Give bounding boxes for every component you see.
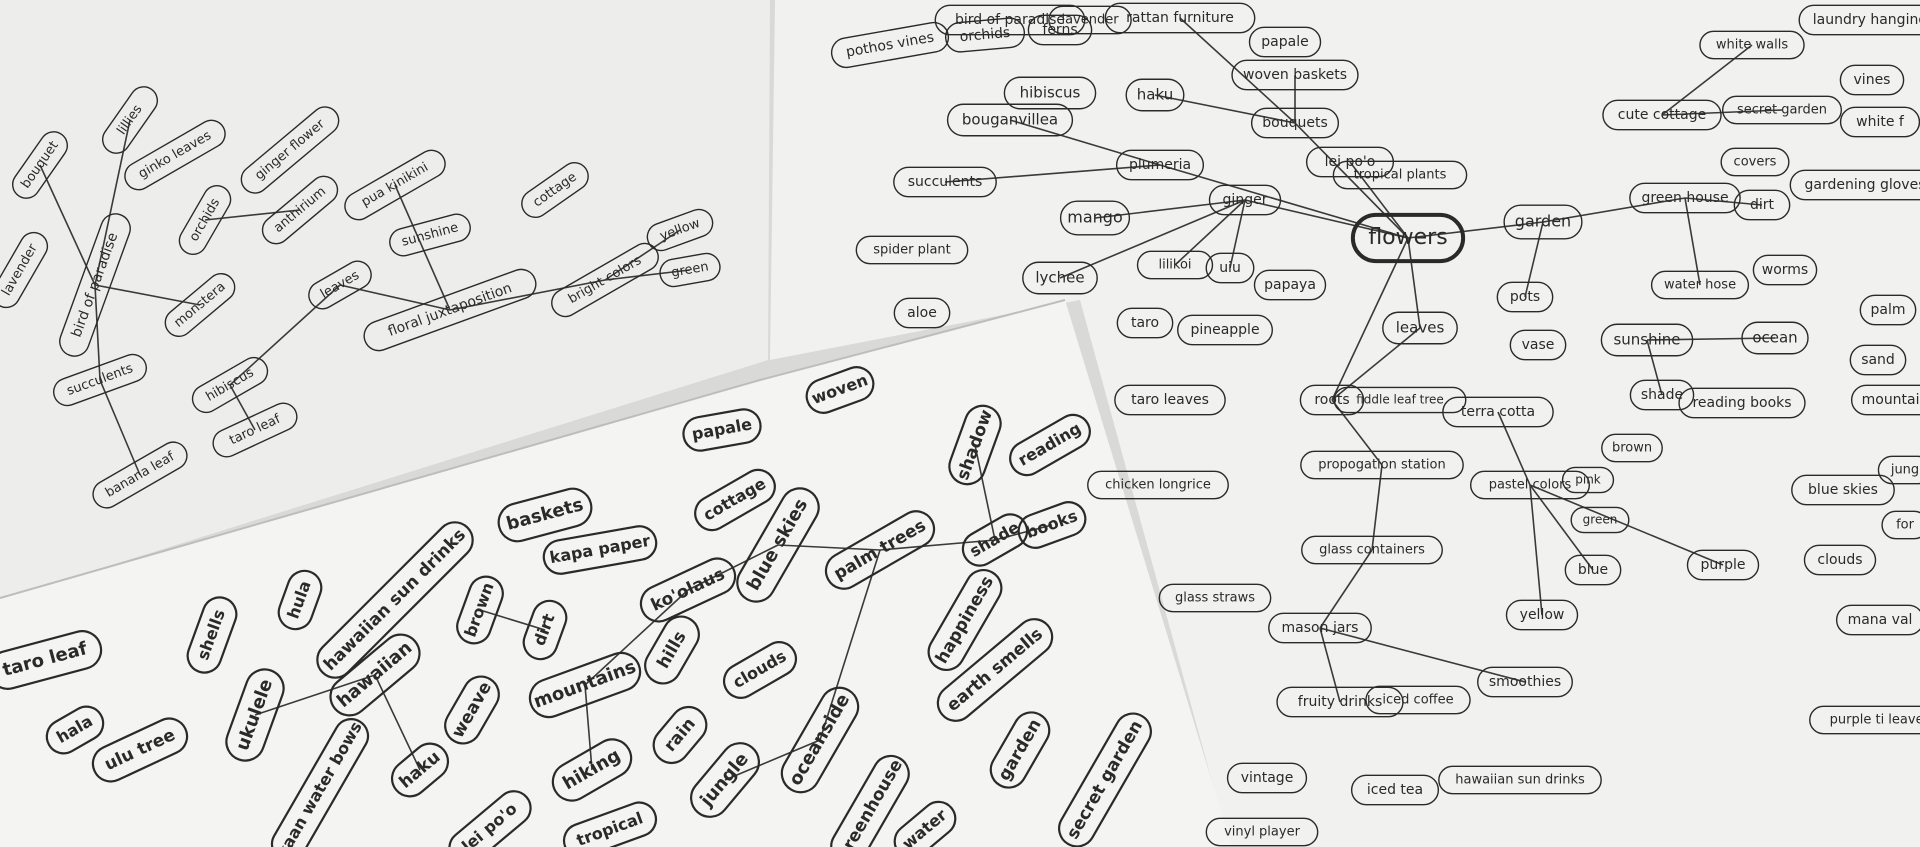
sheet-right-node-brown-label: brown xyxy=(1612,441,1652,456)
sheet-right-node-worms-label: worms xyxy=(1762,262,1808,278)
sheet-right-node-for-label: for xyxy=(1896,518,1915,533)
sheet-right-node-garden-label: garden xyxy=(1515,212,1571,231)
sheet-right-node-fruity-drinks-label: fruity drinks xyxy=(1298,694,1382,710)
sheet-right-node-taro-leaves-label: taro leaves xyxy=(1131,392,1209,408)
sheet-right-node-haku-label: haku xyxy=(1137,86,1173,104)
sheet-right-node-pots-label: pots xyxy=(1510,289,1540,305)
sheet-right-node-cute-cottage-label: cute cottage xyxy=(1618,107,1706,123)
sheet-right-node-blue-skies-label: blue skies xyxy=(1808,482,1878,498)
sheet-right-node-gardening-gloves-label: gardening gloves xyxy=(1805,177,1920,193)
sheet-right-node-vines-label: vines xyxy=(1854,72,1891,88)
sheet-right-node-bouquets-label: bouquets xyxy=(1262,115,1327,131)
sheet-right-node-bouganvillea-label: bouganvillea xyxy=(962,111,1058,129)
sheet-right-node-covers-label: covers xyxy=(1734,155,1777,170)
sheet-right-node-palm-label: palm xyxy=(1871,302,1906,318)
sheet-right-node-pineapple-label: pineapple xyxy=(1190,322,1259,338)
sheet-right-node-terra-cotta-label: terra cotta xyxy=(1461,404,1535,420)
sheet-right-node-succulents-label: succulents xyxy=(908,174,983,190)
center-node-flowers-label: flowers xyxy=(1368,225,1447,250)
sheet-right-node-jung-label: jung xyxy=(1890,463,1919,478)
sheet-right-node-sunshine-label: sunshine xyxy=(1613,331,1680,349)
sheet-right-node-propogation-station-label: propogation station xyxy=(1318,458,1445,473)
sheet-right-node-aloe-label: aloe xyxy=(907,305,937,321)
photo-of-mind-map-sheets: flowers pothos vines orchids ferns bird of p… xyxy=(0,0,1920,847)
sheet-right-node-sand-label: sand xyxy=(1861,352,1895,368)
sheet-right-node-mountain-label: mountain xyxy=(1862,392,1920,408)
sheet-right-node-glass-straws-label: glass straws xyxy=(1175,591,1255,606)
sheet-right-node-yellow-label: yellow xyxy=(1520,607,1565,623)
sheet-right-node-roots-label: roots xyxy=(1314,392,1349,408)
sheet-right-node-purple-label: purple xyxy=(1701,557,1746,573)
sheet-right-node-rattan-furniture-label: rattan furniture xyxy=(1126,10,1234,26)
sheet-right-node-green-house-label: green house xyxy=(1641,190,1728,206)
sheet-right-node-ocean-label: ocean xyxy=(1752,329,1797,347)
sheet-right-node-lavender-label: lavender xyxy=(1061,13,1119,28)
sheet-right-node-pastel-colors-label: pastel colors xyxy=(1489,478,1572,493)
sheet-right-node-taro-label: taro xyxy=(1131,315,1159,331)
sketch-canvas: flowerspothos vines orchids fernsbird of p… xyxy=(0,0,1920,847)
sheet-right-node-mana-val-label: mana val xyxy=(1848,612,1913,628)
sheet-right-node-clouds-label: clouds xyxy=(1817,552,1862,568)
sheet-right-node-reading-books-label: reading books xyxy=(1692,395,1791,411)
sheet-right-node-chicken-longrice-label: chicken longrice xyxy=(1105,478,1211,493)
sheet-right-node-mango-label: mango xyxy=(1067,208,1122,227)
sheet-right-node-iced-tea-label: iced tea xyxy=(1367,782,1423,798)
sheet-right-node-white-walls-label: white walls xyxy=(1716,38,1789,53)
sheet-right-node-iced-coffee-label: iced coffee xyxy=(1382,693,1453,708)
sheet-right-node-uiu-label: uiu xyxy=(1219,260,1241,276)
sheet-right-node-shade-label: shade xyxy=(1641,387,1683,403)
sheet-right-node-ginger-label: ginger xyxy=(1223,192,1268,208)
sheet-right-node-blue-label: blue xyxy=(1578,562,1608,578)
sheet-right-node-hibiscus-label: hibiscus xyxy=(1020,84,1081,102)
sheet-right-node-tropical-plants-label: tropical plants xyxy=(1354,168,1447,183)
sheet-right-node-fiddle-leaf-tree-label: fiddle leaf tree xyxy=(1356,393,1444,407)
sheet-right-node-smoothies-label: smoothies xyxy=(1489,674,1561,690)
sheet-right-node-white-f-label: white f xyxy=(1856,114,1905,130)
sheet-right-node-vintage-label: vintage xyxy=(1241,770,1294,786)
sheet-right-node-spider-plant-label: spider plant xyxy=(873,243,951,258)
sheet-right-node-woven-baskets-label: woven baskets xyxy=(1243,67,1347,83)
sheet-right-node-lilikoi-label: lilikoi xyxy=(1158,258,1191,273)
sheet-right-node-vinyl-player-label: vinyl player xyxy=(1224,825,1301,840)
sheet-right-node-pink-label: pink xyxy=(1575,473,1601,487)
sheet-right-node-secret-garden-label: secret garden xyxy=(1737,103,1827,118)
sheet-right-node-plumeria-label: plumeria xyxy=(1129,157,1191,173)
sheet-right-node-papaya-label: papaya xyxy=(1264,277,1316,293)
sheet-right-node-leaves-label: leaves xyxy=(1396,319,1445,337)
sheet-right-node-glass-containers-label: glass containers xyxy=(1319,543,1425,558)
sheet-right-node-water-hose-label: water hose xyxy=(1664,278,1736,293)
sheet-right-node-mason-jars-label: mason jars xyxy=(1282,620,1359,636)
sheet-right-node-green-label: green xyxy=(1583,513,1618,527)
sheet-right-node-laundry-hanging-label: laundry hanging xyxy=(1813,12,1920,28)
sheet-right-node-lychee-label: lychee xyxy=(1035,269,1084,287)
sheet-right-node-purple-ti-leaves-label: purple ti leaves xyxy=(1830,713,1920,728)
sheet-right-node-hawaiian-sun-drinks-label: hawaiian sun drinks xyxy=(1455,773,1585,788)
sheet-right-node-papale-label: papale xyxy=(1261,34,1308,50)
sheet-right-node-vase-label: vase xyxy=(1522,337,1555,353)
sheet-right-node-dirt-label: dirt xyxy=(1750,197,1775,213)
